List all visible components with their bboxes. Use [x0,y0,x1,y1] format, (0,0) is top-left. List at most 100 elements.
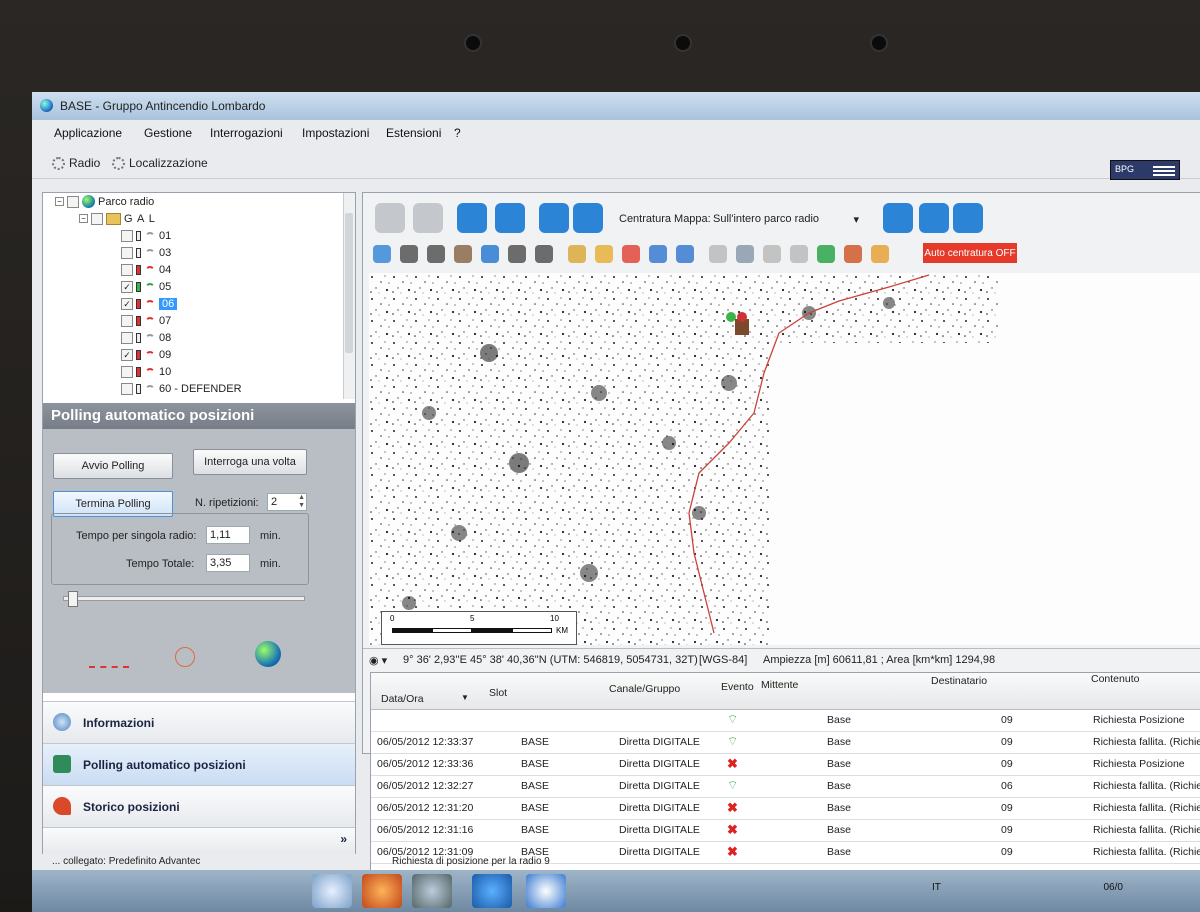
layers-icon[interactable] [573,203,603,233]
pen-icon[interactable] [539,203,569,233]
spinner-arrows-icon[interactable]: ▲ ▼ [298,494,305,510]
tempo-singola-field[interactable]: 1,11 [206,526,250,544]
col-data[interactable]: Data/Ora [381,693,424,705]
chrome-icon[interactable] [526,874,566,908]
nav-storico[interactable]: Storico posizioni [43,785,355,828]
tree-checkbox[interactable] [67,195,79,208]
zoom-in-icon[interactable] [400,245,418,263]
center-tool-1-icon[interactable] [883,203,913,233]
radio-checkbox[interactable] [121,314,133,327]
zoom-out-icon[interactable] [427,245,445,263]
scrollbar-thumb[interactable] [345,213,353,353]
menu-help[interactable]: ? [454,126,461,140]
radio-checkbox[interactable]: ✓ [121,348,133,361]
tree-root[interactable]: − Parco radio [55,193,154,210]
taskbar-app-3-icon[interactable] [412,874,452,908]
grid-view-icon[interactable] [457,203,487,233]
tree-scrollbar[interactable] [343,193,355,399]
avvio-polling-button[interactable]: Avvio Polling [53,453,173,479]
menu-applicazione[interactable]: Applicazione [54,126,122,140]
firefox-icon[interactable] [362,874,402,908]
zoom-extent-icon[interactable] [535,245,553,263]
slider-knob[interactable] [68,591,78,607]
table-row[interactable]: 06/05/2012 12:31:20 BASE Diretta DIGITALE ✖… [371,797,1200,820]
taskbar-app-1-icon[interactable] [312,874,352,908]
menu-interrogazioni[interactable]: Interrogazioni [210,126,283,140]
base-app-taskbar-icon[interactable] [472,874,512,908]
collapse-icon[interactable]: − [55,197,64,206]
pan-hand-icon[interactable] [454,245,472,263]
menu-impostazioni[interactable]: Impostazioni [302,126,369,140]
radio-checkbox[interactable] [121,382,133,395]
tools-icon[interactable] [871,245,889,263]
nav-polling[interactable]: Polling automatico posizioni [43,743,355,786]
radio-checkbox[interactable] [121,331,133,344]
tray-clock[interactable]: 06/0 [1104,882,1123,893]
note-icon[interactable] [568,245,586,263]
tree-radio-item[interactable]: 04 [121,261,171,278]
pie-tool-icon[interactable] [676,245,694,263]
col-mittente[interactable]: Mittente [761,679,798,691]
auto-centratura-toggle[interactable]: Auto centratura OFF [923,243,1017,263]
radio-checkbox[interactable] [121,229,133,242]
map-view[interactable]: 0 5 10 KM [369,273,1200,645]
tree-radio-item[interactable]: 03 [121,244,171,261]
tree-radio-item[interactable]: ✓ 09 [121,346,171,363]
tree-radio-item[interactable]: 60 - DEFENDER [121,380,242,397]
delete-marker-icon[interactable] [622,245,640,263]
tree-radio-item[interactable]: 07 [121,312,171,329]
map-tool-disabled-2-icon[interactable] [413,203,443,233]
stack-icon[interactable] [736,245,754,263]
interroga-una-volta-button[interactable]: Interroga una volta [193,449,307,475]
col-evento[interactable]: Evento [721,681,754,693]
bookmark-icon[interactable] [790,245,808,263]
menu-estensioni[interactable]: Estensioni [386,126,441,140]
calendar-icon[interactable] [649,245,667,263]
ripetizioni-spinner[interactable]: 2 ▲ ▼ [267,493,307,511]
tree-radio-item[interactable]: 08 [121,329,171,346]
table-row[interactable]: 06/05/2012 12:31:16 BASE Diretta DIGITALE ✖… [371,819,1200,842]
tempo-totale-field[interactable]: 3,35 [206,554,250,572]
add-marker-icon[interactable] [595,245,613,263]
paint-icon[interactable] [844,245,862,263]
col-destinatario[interactable]: Destinatario [931,675,987,687]
language-indicator[interactable]: IT [932,882,941,893]
radio-checkbox[interactable] [121,263,133,276]
center-tool-3-icon[interactable] [953,203,983,233]
zoom-area-icon[interactable] [508,245,526,263]
globe-tool-icon[interactable] [373,245,391,263]
radio-checkbox[interactable]: ✓ [121,280,133,293]
center-tool-2-icon[interactable] [919,203,949,233]
radio-checkbox[interactable]: ✓ [121,297,133,310]
pointer-icon[interactable] [709,245,727,263]
collapse-icon[interactable]: − [79,214,88,223]
centratura-dropdown[interactable]: Sull'intero parco radio ▾ [713,213,859,226]
polling-slider[interactable] [63,591,305,607]
nav-informazioni[interactable]: Informazioni [43,701,355,744]
pin-icon[interactable] [817,245,835,263]
window-titlebar[interactable]: BASE - Gruppo Antincendio Lombardo [32,92,1200,120]
status-dropdown-icon[interactable]: ◉ ▾ [369,654,387,667]
col-contenuto[interactable]: Contenuto [1091,673,1139,685]
radio-checkbox[interactable] [121,365,133,378]
dropdown-arrow-icon[interactable]: ▾ [853,213,859,226]
radio-tool[interactable]: Radio [52,156,100,170]
col-canale[interactable]: Canale/Gruppo [609,683,680,695]
table-row[interactable]: 06/05/2012 12:32:27 BASE Diretta DIGITALE ⌔… [371,775,1200,798]
undo-icon[interactable] [763,245,781,263]
tree-group[interactable]: − G A L [79,210,156,227]
col-slot[interactable]: Slot [489,687,507,699]
sort-arrow-icon[interactable]: ▼ [461,693,469,702]
tree-radio-item[interactable]: 01 [121,227,171,244]
menu-gestione[interactable]: Gestione [144,126,192,140]
earth-tool-icon[interactable] [481,245,499,263]
tree-radio-item[interactable]: ✓ 05 [121,278,171,295]
map-tool-disabled-1-icon[interactable] [375,203,405,233]
table-row[interactable]: 06/05/2012 12:33:36 BASE Diretta DIGITALE ✖… [371,753,1200,776]
table-row[interactable]: ⌔ Base 09 Richiesta Posizione [371,709,1200,732]
earth-icon[interactable] [255,641,281,667]
tree-radio-item[interactable]: 10 [121,363,171,380]
radio-checkbox[interactable] [121,246,133,259]
table-row[interactable]: 06/05/2012 12:33:37 BASE Diretta DIGITALE ⌔… [371,731,1200,754]
nav-more-icon[interactable]: » [340,832,347,846]
